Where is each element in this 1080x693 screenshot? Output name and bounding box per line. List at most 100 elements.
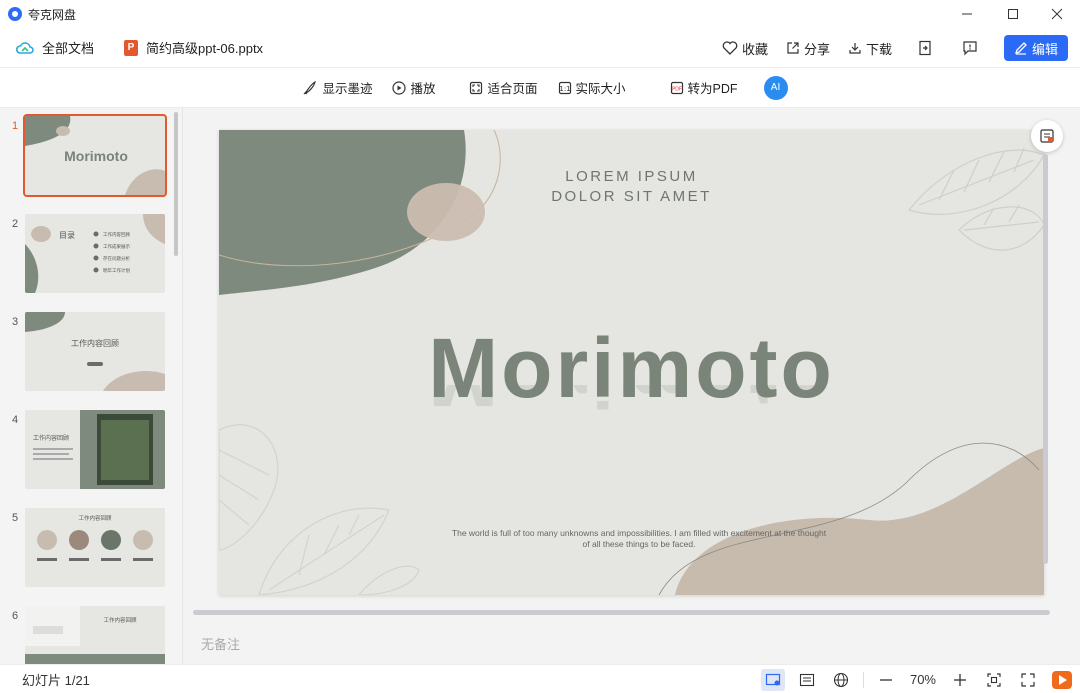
normal-view-button[interactable] (760, 668, 785, 691)
normal-view-icon (765, 673, 781, 685)
thumbnail-number: 3 (12, 316, 19, 328)
fullscreen-button[interactable] (1016, 669, 1040, 691)
fit-window-icon (987, 672, 1001, 687)
download-label: 下载 (865, 41, 892, 57)
slide-thumbnail-6[interactable]: 6 工作内容回顾 (0, 606, 175, 664)
thumbnail-title: 工作内容回顾 (33, 434, 69, 442)
play-circle-icon (392, 80, 407, 95)
notes-view-button[interactable] (795, 669, 819, 691)
slide-counter: 幻灯片 1/21 (22, 672, 90, 688)
zoom-level[interactable]: 70% (910, 672, 936, 687)
thumbnail-preview: 工作内容回顾 (25, 312, 165, 391)
slide-vertical-scrollbar[interactable] (1043, 154, 1048, 564)
viewer-toolbar: 显示墨迹 播放 适合页面 1:1 实际大小 PDF 转为PDF AI (0, 68, 1080, 108)
actual-size-button[interactable]: 1:1 实际大小 (558, 78, 626, 97)
thumbnail-preview: 工作内容回顾 (25, 508, 165, 587)
share-icon (787, 42, 799, 54)
feedback-icon (963, 41, 977, 56)
slide-horizontal-scrollbar[interactable] (193, 610, 1050, 615)
convert-pdf-label: 转为PDF (687, 82, 738, 96)
thumbnail-title: 目录 (59, 231, 75, 240)
ai-assistant-button[interactable]: AI (763, 75, 788, 100)
ai-label: AI (770, 82, 781, 93)
fit-page-icon (470, 81, 483, 94)
thumbnail-preview: Morimoto (23, 114, 167, 197)
thumbnail-number: 6 (12, 610, 19, 622)
thumbnail-number: 2 (12, 218, 19, 230)
slide-viewer: LOREM IPSUM DOLOR SIT AMET Morimoto Mori… (183, 108, 1080, 664)
save-to-drive-button[interactable] (918, 40, 936, 56)
fit-page-label: 适合页面 (487, 82, 538, 96)
import-file-icon (919, 40, 931, 56)
plus-icon (954, 673, 966, 686)
thumbnail-title: 工作内容回顾 (78, 514, 112, 522)
thumbnail-preview: 工作内容回顾 (25, 606, 165, 664)
thumbnail-preview: 目录 工作内容回顾 工作成果展示 存在问题分析 明年工作计划 (25, 214, 165, 293)
pptx-file-icon: P (124, 39, 139, 56)
edit-label: 编辑 (1031, 41, 1058, 57)
thumbnail-title: Morimoto (64, 148, 128, 164)
slide-title-reflection: Morimoto (219, 385, 1044, 425)
edit-button[interactable]: 编辑 (1003, 35, 1068, 61)
status-divider (862, 671, 864, 688)
notes-placeholder[interactable]: 无备注 (201, 634, 240, 653)
cloud-icon (16, 41, 34, 54)
status-bar: 幻灯片 1/21 70% (0, 664, 1080, 693)
collect-label: 收藏 (741, 41, 768, 57)
slide-thumbnail-panel: 1 Morimoto 2 目录 工作内容回顾 工作成果展示 存在问题分析 明年工… (0, 108, 183, 664)
zoom-out-button[interactable] (874, 669, 898, 691)
current-slide: LOREM IPSUM DOLOR SIT AMET Morimoto Mori… (219, 130, 1044, 595)
thumbnail-number: 4 (12, 414, 19, 426)
actual-size-label: 实际大小 (575, 82, 626, 96)
slide-caption: The world is full of too many unknowns a… (451, 528, 827, 549)
share-button[interactable]: 分享 (786, 39, 830, 58)
thumbnail-preview: 工作内容回顾 (25, 410, 165, 489)
fullscreen-icon (1021, 672, 1035, 687)
file-name: 简约高级ppt-06.pptx (146, 41, 264, 56)
thumbnail-number: 5 (12, 512, 19, 524)
close-button[interactable] (1034, 0, 1080, 28)
fit-window-button[interactable] (982, 669, 1006, 691)
web-view-button[interactable] (829, 669, 853, 691)
download-button[interactable]: 下载 (848, 39, 892, 58)
thumbnail-title: 工作内容回顾 (71, 338, 119, 348)
svg-text:1:1: 1:1 (559, 85, 570, 93)
slideshow-play-button[interactable] (1052, 670, 1072, 689)
pencil-icon (1014, 42, 1027, 55)
feedback-button[interactable] (962, 40, 982, 56)
maximize-button[interactable] (990, 0, 1036, 28)
show-ink-button[interactable]: 显示墨迹 (302, 78, 372, 97)
slide-subtitle-line1: LOREM IPSUM (565, 168, 698, 185)
toc-item: 存在问题分析 (103, 255, 130, 262)
all-documents-label: 全部文档 (42, 41, 95, 56)
title-bar: 夸克网盘 (0, 0, 1080, 28)
convert-pdf-button[interactable]: PDF 转为PDF (670, 78, 738, 97)
heart-icon (722, 41, 738, 55)
play-button[interactable]: 播放 (392, 78, 435, 97)
collect-button[interactable]: 收藏 (722, 39, 768, 58)
slide-thumbnail-2[interactable]: 2 目录 工作内容回顾 工作成果展示 存在问题分析 明年工作计划 (0, 214, 175, 298)
app-name: 夸克网盘 (28, 7, 77, 22)
slide-thumbnail-3[interactable]: 3 工作内容回顾 (0, 312, 175, 396)
download-icon (849, 43, 861, 54)
actual-size-icon: 1:1 (558, 81, 571, 94)
ink-pen-icon (304, 80, 317, 94)
fit-page-button[interactable]: 适合页面 (469, 78, 538, 97)
slide-thumbnail-5[interactable]: 5 工作内容回顾 (0, 508, 175, 592)
minimize-button[interactable] (944, 0, 990, 28)
all-documents-link[interactable]: 全部文档 (16, 38, 94, 57)
notes-toggle-icon (1040, 129, 1054, 143)
slide-thumbnail-4[interactable]: 4 工作内容回顾 (0, 410, 175, 494)
thumbnail-number: 1 (12, 120, 19, 132)
document-header: 全部文档 P 简约高级ppt-06.pptx 收藏 分享 下载 编辑 (0, 28, 1080, 68)
thumbnail-scrollbar[interactable] (174, 112, 178, 256)
annotation-panel-button[interactable] (1031, 120, 1063, 152)
zoom-in-button[interactable] (948, 669, 972, 691)
toc-item: 工作成果展示 (103, 243, 130, 250)
toc-item: 工作内容回顾 (103, 231, 130, 238)
slide-thumbnail-1[interactable]: 1 Morimoto (0, 114, 175, 200)
globe-icon (833, 672, 849, 687)
quark-logo-icon (8, 7, 22, 21)
toc-item: 明年工作计划 (103, 267, 130, 274)
share-label: 分享 (803, 41, 830, 57)
